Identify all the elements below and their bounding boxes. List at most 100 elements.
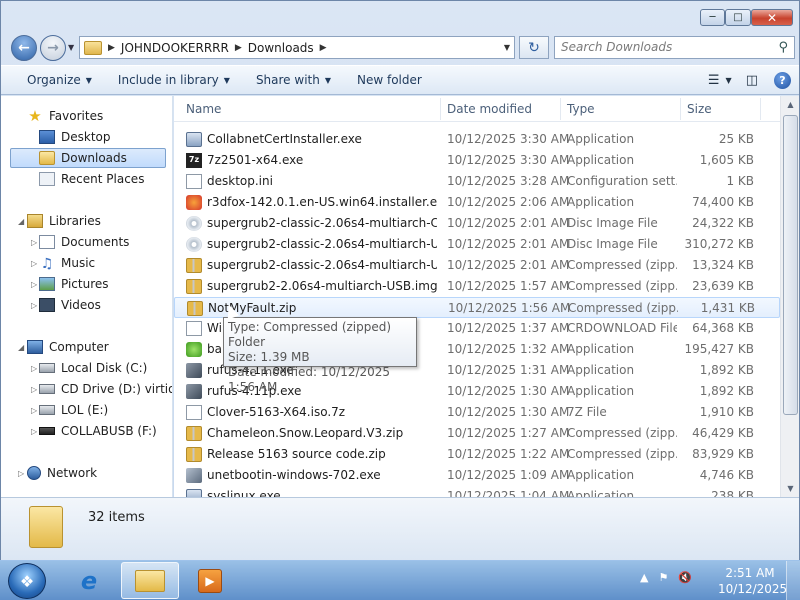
scroll-down-icon[interactable]: ▼ [782,480,799,497]
help-icon[interactable]: ? [774,72,791,89]
internet-explorer-icon: e [80,566,98,595]
nav-label: Videos [61,298,101,312]
column-name[interactable]: Name [186,102,221,116]
recent-pages-dropdown[interactable]: ▼ [68,43,74,52]
expand-computer-icon[interactable]: ◢ [18,343,24,352]
taskbar-media-player[interactable]: ▶ [181,562,239,599]
file-row[interactable]: unetbootin-windows-702.exe 10/12/2025 1:0… [174,465,780,486]
crumb-separator-icon[interactable]: ▶ [235,43,242,53]
crumb-separator-icon[interactable]: ▶ [108,43,115,53]
expand-arrow-icon[interactable]: ▷ [31,364,37,373]
start-button[interactable]: ❖ [8,563,46,599]
forward-button[interactable]: → [40,35,66,61]
breadcrumb-user[interactable]: JOHNDOOKERRRR [121,41,229,55]
change-view-icon[interactable]: ☰ [708,73,720,88]
file-row[interactable]: supergrub2-classic-2.06s4-multiarch-CD..… [174,213,780,234]
taskbar-windows-explorer[interactable] [121,562,179,599]
expand-arrow-icon[interactable]: ▷ [31,259,37,268]
nav-network[interactable]: Network [27,463,97,483]
include-in-library-label: Include in library [117,73,219,87]
file-size: 46,429 KB [692,426,754,440]
search-box[interactable]: ⚲ [554,36,795,59]
column-divider[interactable] [680,98,681,120]
nav-computer[interactable]: Computer [27,337,109,357]
expand-arrow-icon[interactable]: ▷ [31,385,37,394]
nav-collabusb[interactable]: COLLABUSB (F:) [39,421,157,441]
new-folder-button[interactable]: New folder [357,73,422,87]
title-bar[interactable]: ─ □ ✕ [1,1,799,31]
preview-pane-icon[interactable]: ◫ [746,73,758,88]
organize-button[interactable]: Organize ▼ [27,73,92,87]
column-divider[interactable] [760,98,761,120]
nav-recent-places[interactable]: Recent Places [39,169,144,189]
expand-arrow-icon[interactable]: ▷ [31,427,37,436]
column-divider[interactable] [560,98,561,120]
nav-libraries[interactable]: Libraries [27,211,101,231]
libraries-icon [27,214,43,228]
nav-label: Local Disk (C:) [61,361,148,375]
nav-music[interactable]: ♫ Music [39,253,95,273]
search-input[interactable] [561,37,771,57]
expand-network-icon[interactable]: ▷ [18,469,24,478]
file-name: syslinux.exe [207,489,281,497]
column-date-modified[interactable]: Date modified [447,102,532,116]
share-with-button[interactable]: Share with ▼ [256,73,331,87]
music-icon: ♫ [40,256,54,272]
scroll-thumb[interactable] [783,115,798,415]
nav-favorites[interactable]: ★ Favorites [27,106,103,126]
nav-downloads[interactable]: Downloads [10,148,166,168]
expand-arrow-icon[interactable]: ▷ [31,280,37,289]
address-dropdown-icon[interactable]: ▼ [504,43,510,52]
expand-arrow-icon[interactable]: ▷ [31,406,37,415]
file-row[interactable]: supergrub2-classic-2.06s4-multiarch-US..… [174,234,780,255]
view-options-dropdown-icon[interactable]: ▼ [726,76,732,85]
column-divider[interactable] [440,98,441,120]
file-row[interactable]: NotMyFault.zip 10/12/2025 1:56 AM Compress… [174,297,780,318]
maximize-button[interactable]: □ [725,9,751,26]
file-row[interactable]: Chameleon.Snow.Leopard.V3.zip 10/12/2025 … [174,423,780,444]
file-row[interactable]: r3dfox-142.0.1.en-US.win64.installer.exe… [174,192,780,213]
cr-file-icon [186,321,202,336]
file-size: 1,605 KB [699,153,754,167]
expand-arrow-icon[interactable]: ▷ [31,238,37,247]
search-icon[interactable]: ⚲ [778,40,788,55]
file-size: 1,892 KB [699,363,754,377]
include-in-library-button[interactable]: Include in library ▼ [118,73,230,87]
expand-arrow-icon[interactable]: ▷ [31,301,37,310]
back-button[interactable]: ← [11,35,37,61]
nav-local-disk[interactable]: Local Disk (C:) [39,358,147,378]
file-row[interactable]: CollabnetCertInstaller.exe 10/12/2025 3:3… [174,129,780,150]
vertical-scrollbar[interactable]: ▲ ▼ [780,96,799,497]
expand-libraries-icon[interactable]: ◢ [18,217,24,226]
taskbar-internet-explorer[interactable]: e [60,562,118,599]
nav-documents[interactable]: Documents [39,232,129,252]
file-row[interactable]: Clover-5163-X64.iso.7z 10/12/2025 1:30 AM… [174,402,780,423]
column-size[interactable]: Size [687,102,712,116]
nav-pictures[interactable]: Pictures [39,274,109,294]
clock[interactable]: 2:51 AM 10/12/2025 [718,565,787,597]
file-row[interactable]: supergrub2-classic-2.06s4-multiarch-US..… [174,255,780,276]
nav-cd-drive[interactable]: CD Drive (D:) virtio-w [39,379,172,399]
file-row[interactable]: syslinux.exe 10/12/2025 1:04 AM Applicatio… [174,486,780,497]
nav-lol-drive[interactable]: LOL (E:) [39,400,108,420]
refresh-button[interactable]: ↻ [519,36,549,59]
close-button[interactable]: ✕ [751,9,793,26]
nav-desktop[interactable]: Desktop [39,127,111,147]
show-desktop-button[interactable] [786,561,800,600]
volume-muted-icon[interactable]: 🔇 [678,571,692,584]
crumb-separator-icon[interactable]: ▶ [320,43,327,53]
minimize-button[interactable]: ─ [700,9,725,26]
file-row[interactable]: 7z 7z2501-x64.exe 10/12/2025 3:30 AM Applic… [174,150,780,171]
scroll-up-icon[interactable]: ▲ [782,96,799,113]
show-hidden-icons-icon[interactable]: ▲ [640,571,648,584]
file-size: 64,368 KB [692,321,754,335]
column-type[interactable]: Type [567,102,595,116]
breadcrumb-downloads[interactable]: Downloads [248,41,314,55]
file-row[interactable]: supergrub2-2.06s4-multiarch-USB.img.zip 1… [174,276,780,297]
nav-videos[interactable]: Videos [39,295,101,315]
address-bar[interactable]: ▶ JOHNDOOKERRRR ▶ Downloads ▶ ▼ [79,36,515,59]
file-row[interactable]: Release 5163 source code.zip 10/12/2025 1… [174,444,780,465]
action-center-icon[interactable]: ⚑ [658,571,668,584]
nav-label: Libraries [49,214,101,228]
file-row[interactable]: desktop.ini 10/12/2025 3:28 AM Configurati… [174,171,780,192]
